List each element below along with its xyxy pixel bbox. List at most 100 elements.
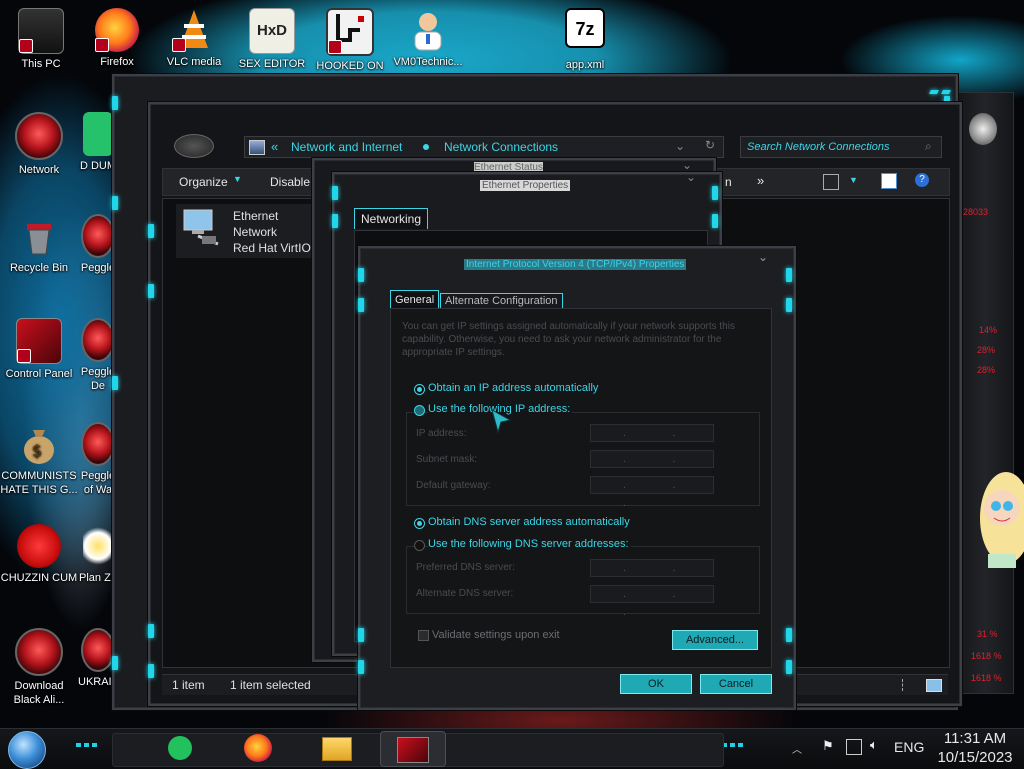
desktop-icon-hooked-on[interactable]: HOOKED ON: [311, 8, 389, 73]
desktop-icon-label: Network: [18, 164, 60, 176]
help-icon[interactable]: ?: [915, 173, 929, 187]
chevron-down-icon[interactable]: ⌄: [675, 139, 685, 153]
subnet-mask-field[interactable]: . . .: [590, 450, 714, 483]
desktop-icon-network[interactable]: Network: [0, 112, 78, 177]
view-dropdown-icon[interactable]: ▼: [849, 175, 858, 185]
desktop-icon-firefox[interactable]: Firefox: [78, 8, 156, 69]
radio-use-following-dns[interactable]: [414, 540, 425, 551]
desktop-icon-vlc[interactable]: VLC media: [155, 8, 233, 69]
shortcut-arrow-icon: [328, 40, 342, 54]
taskbar-control-panel-active[interactable]: [380, 731, 446, 767]
item-adapter: Red Hat VirtIO E: [233, 241, 323, 255]
ip-address-field[interactable]: . . .: [590, 424, 714, 457]
cancel-button[interactable]: Cancel: [700, 674, 772, 694]
ok-button[interactable]: OK: [620, 674, 692, 694]
search-input[interactable]: Search Network Connections ⌕: [740, 136, 942, 158]
close-icon[interactable]: ⌄: [758, 250, 768, 264]
ipv4-properties-dialog: Internet Protocol Version 4 (TCP/IPv4) P…: [358, 246, 796, 710]
7zip-icon: 7z: [565, 8, 605, 48]
disable-button[interactable]: Disable: [270, 175, 310, 189]
alternate-dns-field[interactable]: . . .: [590, 585, 714, 618]
desktop-icon-sex-editor[interactable]: HxD SEX EDITOR: [233, 8, 311, 71]
action-center-flag-icon[interactable]: ⚑: [822, 738, 834, 754]
peggle-deluxe-icon: [81, 318, 115, 362]
breadcrumb-network-connections[interactable]: Network Connections: [444, 140, 558, 154]
refresh-icon[interactable]: ↻: [705, 138, 715, 152]
more-commands-button[interactable]: »: [757, 173, 764, 188]
validate-label[interactable]: Validate settings upon exit: [432, 629, 560, 641]
radio-obtain-ip-auto[interactable]: [414, 384, 425, 395]
desktop-icon-control-panel[interactable]: Control Panel: [0, 318, 78, 381]
taskbar-notes-app[interactable]: [160, 731, 200, 765]
dialog-title: Internet Protocol Version 4 (TCP/IPv4) P…: [464, 259, 687, 270]
network-folder-icon: [249, 140, 265, 155]
volume-icon[interactable]: 🔈︎: [870, 737, 878, 753]
address-bar[interactable]: « Network and Internet Network Connectio…: [244, 136, 724, 158]
change-view-icon[interactable]: [823, 174, 839, 190]
desktop-icon-download-black[interactable]: Download Black Ali...: [0, 628, 78, 707]
clock[interactable]: 11:31 AM 10/15/2023: [930, 729, 1020, 767]
subnet-mask-label: Subnet mask:: [416, 454, 478, 465]
show-hidden-icons-icon[interactable]: ︿: [792, 741, 802, 756]
taskbar-firefox[interactable]: [238, 731, 278, 765]
status-item-count: 1 item: [172, 678, 205, 692]
language-indicator[interactable]: ENG: [894, 739, 924, 755]
radio-obtain-dns-auto[interactable]: [414, 518, 425, 529]
network-tray-icon[interactable]: [846, 739, 862, 755]
organize-button[interactable]: Organize: [179, 175, 228, 189]
tab-general[interactable]: General: [390, 290, 440, 309]
meter-value: 1618 %: [971, 673, 1002, 683]
flower-icon: [83, 524, 113, 568]
desktop-icon-chuzzin[interactable]: CHUZZIN CUM: [0, 524, 78, 585]
desktop-icon-vm0technic[interactable]: VM0Technic...: [389, 8, 467, 69]
network-adapter-icon: [178, 208, 222, 248]
computer-icon: [18, 8, 64, 54]
preferred-dns-field[interactable]: . . .: [590, 559, 714, 592]
breadcrumb-network-and-internet[interactable]: Network and Internet: [291, 140, 402, 154]
desktop-icon-label: Recycle Bin: [9, 262, 69, 274]
tab-networking[interactable]: Networking: [354, 208, 429, 229]
manual-dns-group: [406, 546, 760, 614]
hooked-on-icon: [326, 8, 374, 56]
meter-value: 31 %: [977, 629, 998, 639]
desktop-icon-this-pc[interactable]: This PC: [2, 8, 80, 71]
ip-settings-description: You can get IP settings assigned automat…: [402, 321, 735, 358]
search-icon[interactable]: ⌕: [925, 139, 932, 154]
meter-value: 14%: [979, 325, 998, 335]
taskbar-file-explorer[interactable]: [316, 731, 356, 765]
obtain-dns-auto-label[interactable]: Obtain DNS server address automatically: [428, 516, 630, 528]
desktop-icon-recycle-bin[interactable]: Recycle Bin: [0, 214, 78, 275]
list-item-ethernet[interactable]: Ethernet Network Red Hat VirtIO E: [176, 204, 322, 258]
default-gateway-field[interactable]: . . .: [590, 476, 714, 509]
meter-value: 28%: [977, 345, 996, 355]
tab-alternate-configuration[interactable]: Alternate Configuration: [440, 293, 563, 309]
back-forward-emblem[interactable]: [174, 134, 214, 158]
side-gadget: 28033 14% 28% 28% 31 % 1618 % 1618 %: [956, 92, 1014, 694]
shortcut-arrow-icon: [95, 38, 109, 52]
desktop-icon-label: VLC media: [166, 56, 222, 68]
search-placeholder: Search Network Connections: [747, 141, 890, 153]
window-control-icon[interactable]: ⌄: [686, 170, 696, 184]
toolbar-overflow-text: n: [725, 175, 732, 189]
taskbar: ︿ ⚑ 🔈︎ ENG 11:31 AM 10/15/2023: [0, 728, 1024, 769]
desktop-icon-app-xml[interactable]: 7z app.xml: [546, 8, 624, 72]
clock-time: 11:31 AM: [943, 730, 1007, 747]
peggle-nights-icon: [81, 422, 115, 466]
organize-dropdown-icon[interactable]: ▼: [233, 174, 242, 184]
details-view-icon[interactable]: [902, 679, 907, 691]
green-notes-icon: [168, 736, 192, 760]
use-following-dns-label[interactable]: Use the following DNS server addresses:: [428, 538, 631, 550]
desktop-icon-communists[interactable]: $ COMMUNISTS HATE THIS G...: [0, 422, 78, 497]
preview-pane-icon[interactable]: [881, 173, 897, 189]
meter-value: 28%: [977, 365, 996, 375]
desktop-icon-label: SEX EDITOR: [238, 58, 306, 70]
taskbar-led-strip: [76, 743, 100, 747]
start-button[interactable]: [8, 731, 46, 769]
obtain-ip-auto-label[interactable]: Obtain an IP address automatically: [428, 382, 598, 394]
radio-use-following-ip[interactable]: [414, 405, 425, 416]
validate-checkbox[interactable]: [418, 630, 429, 641]
desktop-icon-label: This PC: [21, 58, 61, 70]
shortcut-arrow-icon: [17, 349, 31, 363]
tiles-view-icon[interactable]: [926, 679, 942, 692]
advanced-button[interactable]: Advanced...: [672, 630, 758, 650]
